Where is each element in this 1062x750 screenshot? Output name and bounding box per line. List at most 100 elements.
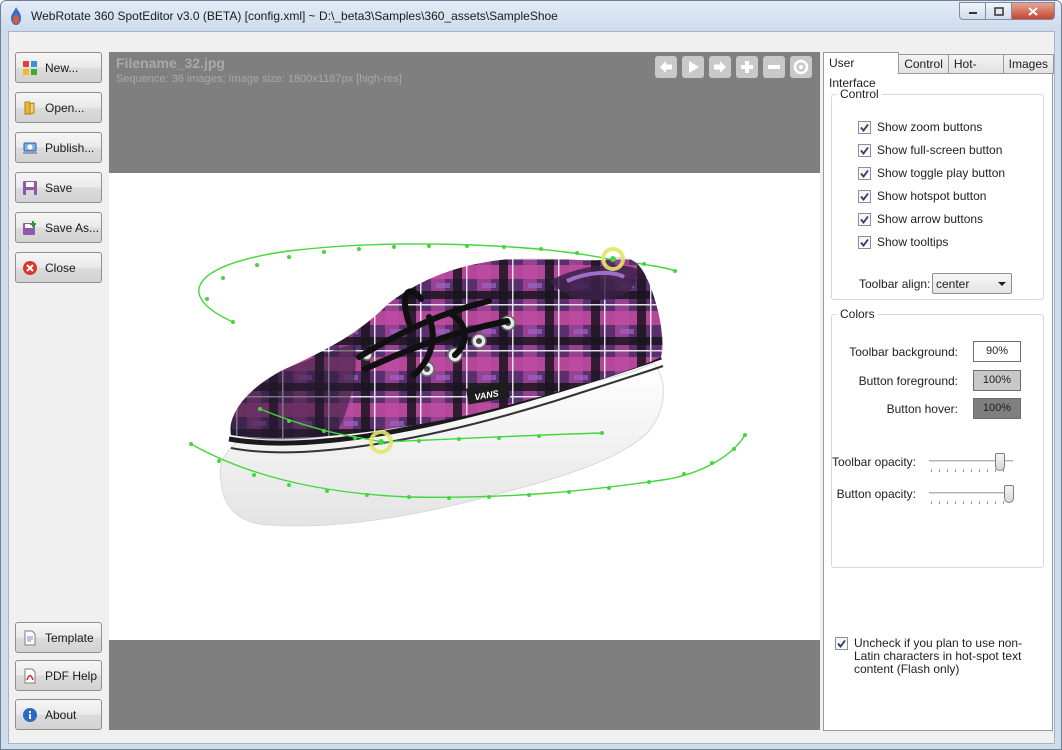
- pdf-help-button[interactable]: PDF Help: [15, 660, 102, 691]
- checkmark-icon: [837, 639, 846, 648]
- show-full-screen-button-option[interactable]: Show full-screen button: [858, 143, 1002, 157]
- save-button[interactable]: Save: [15, 172, 102, 203]
- new-button-label: New...: [45, 60, 79, 75]
- rotate-right-button[interactable]: [709, 56, 731, 78]
- arrow-left-icon: [660, 61, 672, 73]
- save-as-button-label: Save As...: [45, 220, 100, 235]
- checkmark-icon: [860, 215, 869, 224]
- hotspot-toggle-button[interactable]: [790, 56, 812, 78]
- viewer-image-info: Sequence: 36 images; Image size: 1800x11…: [116, 73, 402, 85]
- info-icon: [23, 707, 37, 722]
- viewer-toolbar: [655, 56, 812, 78]
- toolbar-background-label: Toolbar background:: [849, 345, 958, 359]
- tab-control[interactable]: Control: [898, 54, 949, 74]
- toolbar-opacity-thumb[interactable]: [995, 453, 1006, 471]
- viewer-panel[interactable]: Filename_32.jpg Sequence: 36 images; Ima…: [109, 52, 820, 730]
- new-button[interactable]: New...: [15, 52, 102, 83]
- close-window-button[interactable]: [1011, 2, 1055, 20]
- about-button-label: About: [45, 707, 77, 722]
- show-toggle-play-button-checkbox[interactable]: [858, 166, 871, 180]
- close-button-label: Close: [45, 260, 76, 275]
- checkmark-icon: [860, 238, 869, 247]
- show-tooltips-label: Show tooltips: [877, 235, 949, 249]
- window-title: WebRotate 360 SpotEditor v3.0 (BETA) [co…: [31, 9, 558, 23]
- show-hotspot-button-label: Show hotspot button: [877, 189, 987, 203]
- minimize-button[interactable]: [959, 2, 985, 20]
- rotate-left-button[interactable]: [655, 56, 677, 78]
- open-button[interactable]: Open...: [15, 92, 102, 123]
- button-opacity-label: Button opacity:: [836, 487, 916, 501]
- settings-tabs: User Interface Control Hot-spots Images: [823, 52, 1054, 90]
- publish-icon: [23, 142, 37, 154]
- save-button-label: Save: [45, 180, 73, 195]
- toolbar-opacity-label: Toolbar opacity:: [831, 455, 916, 469]
- product-image-stage[interactable]: VANS: [109, 173, 820, 640]
- app-window: WebRotate 360 SpotEditor v3.0 (BETA) [co…: [0, 0, 1062, 750]
- checkmark-icon: [860, 192, 869, 201]
- non-latin-option[interactable]: Uncheck if you plan to use non-Latin cha…: [835, 637, 1045, 676]
- toolbar-align-value: center: [936, 277, 970, 291]
- minus-icon: [768, 65, 780, 69]
- show-arrow-buttons-option[interactable]: Show arrow buttons: [858, 212, 983, 226]
- checkmark-icon: [860, 169, 869, 178]
- about-button[interactable]: About: [15, 699, 102, 730]
- floppy-disk-icon: [23, 180, 37, 195]
- hotspot-target-icon: [793, 59, 809, 75]
- checkmark-icon: [860, 146, 869, 155]
- button-foreground-label: Button foreground:: [858, 374, 958, 388]
- arrow-right-icon: [714, 61, 726, 73]
- title-bar[interactable]: WebRotate 360 SpotEditor v3.0 (BETA) [co…: [1, 1, 1061, 31]
- maximize-button[interactable]: [985, 2, 1011, 20]
- publish-button-label: Publish...: [45, 140, 95, 155]
- chevron-down-icon: [998, 282, 1006, 286]
- button-opacity-slider[interactable]: [929, 485, 1014, 509]
- close-project-button[interactable]: Close: [15, 252, 102, 283]
- template-button[interactable]: Template: [15, 622, 102, 653]
- show-tooltips-option[interactable]: Show tooltips: [858, 235, 948, 249]
- button-hover-swatch[interactable]: 100%: [973, 398, 1021, 419]
- button-opacity-thumb[interactable]: [1003, 485, 1014, 503]
- show-arrow-buttons-label: Show arrow buttons: [877, 212, 984, 226]
- show-hotspot-button-checkbox[interactable]: [858, 189, 871, 203]
- checkmark-icon: [860, 123, 869, 132]
- show-zoom-buttons-label: Show zoom buttons: [877, 120, 983, 134]
- show-toggle-play-button-option[interactable]: Show toggle play button: [858, 166, 1005, 180]
- non-latin-label: Uncheck if you plan to use non-Latin cha…: [854, 636, 1023, 676]
- zoom-in-button[interactable]: [736, 56, 758, 78]
- show-zoom-buttons-option[interactable]: Show zoom buttons: [858, 120, 982, 134]
- show-arrow-buttons-checkbox[interactable]: [858, 212, 871, 226]
- toolbar-background-swatch[interactable]: 90%: [973, 341, 1021, 362]
- template-button-label: Template: [45, 630, 94, 645]
- show-tooltips-checkbox[interactable]: [858, 235, 871, 249]
- toolbar-align-select[interactable]: center: [932, 273, 1012, 294]
- plus-icon: [741, 61, 753, 73]
- close-icon: [1028, 6, 1038, 16]
- slider-ticks: [931, 501, 1011, 504]
- save-as-icon: [23, 220, 36, 235]
- open-button-label: Open...: [45, 100, 85, 115]
- toolbar-opacity-slider[interactable]: [929, 453, 1013, 477]
- show-hotspot-button-option[interactable]: Show hotspot button: [858, 189, 986, 203]
- tab-hot-spots[interactable]: Hot-spots: [947, 54, 1004, 89]
- maximize-icon: [993, 6, 1004, 16]
- new-project-icon: [23, 60, 37, 75]
- button-hover-label: Button hover:: [886, 402, 958, 416]
- play-button[interactable]: [682, 56, 704, 78]
- play-icon: [689, 61, 699, 73]
- toolbar-align-label: Toolbar align:: [859, 277, 931, 291]
- close-circle-icon: [23, 260, 37, 275]
- user-interface-tab-content: Control Show zoom buttons Show full-scre…: [823, 73, 1053, 731]
- non-latin-checkbox[interactable]: [835, 637, 848, 650]
- show-full-screen-button-checkbox[interactable]: [858, 143, 871, 157]
- tab-images[interactable]: Images: [1002, 54, 1054, 74]
- colors-group: Colors Toolbar background: 90% Button fo…: [831, 307, 1044, 568]
- app-logo-icon: [11, 7, 21, 25]
- template-icon: [24, 630, 36, 645]
- tab-user-interface[interactable]: User Interface: [823, 52, 900, 90]
- zoom-out-button[interactable]: [763, 56, 785, 78]
- folder-icon: [24, 101, 35, 115]
- publish-button[interactable]: Publish...: [15, 132, 102, 163]
- show-zoom-buttons-checkbox[interactable]: [858, 120, 871, 134]
- button-foreground-swatch[interactable]: 100%: [973, 370, 1021, 391]
- save-as-button[interactable]: Save As...: [15, 212, 102, 243]
